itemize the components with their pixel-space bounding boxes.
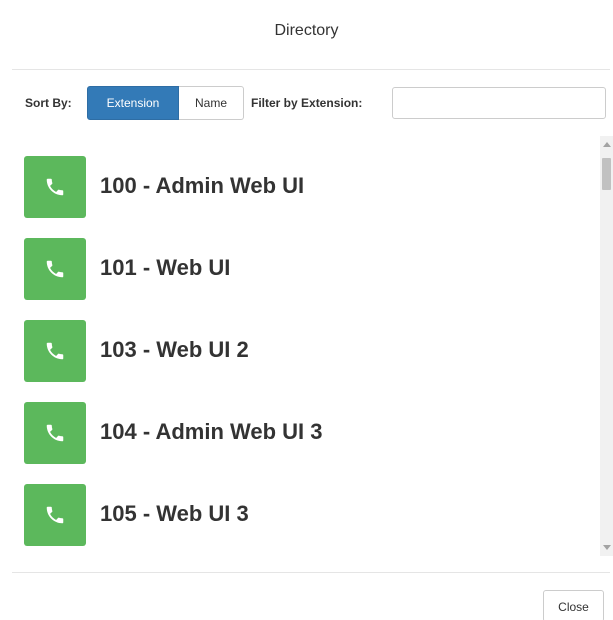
extension-label: 105 - Web UI 3 <box>100 501 249 526</box>
scroll-up-arrow-icon[interactable] <box>603 142 611 147</box>
list-item[interactable]: 104 - Admin Web UI 3 <box>24 402 584 464</box>
phone-icon <box>46 260 64 278</box>
call-button[interactable] <box>24 320 86 382</box>
header-divider <box>12 69 610 70</box>
filter-by-extension-label: Filter by Extension: <box>251 96 363 110</box>
call-button[interactable] <box>24 238 86 300</box>
directory-toolbar: Sort By: Extension Name Filter by Extens… <box>0 86 613 120</box>
directory-dialog: Directory Sort By: Extension Name Filter… <box>0 0 613 620</box>
scroll-thumb[interactable] <box>602 158 611 190</box>
list-item[interactable]: 101 - Web UI <box>24 238 584 300</box>
call-button[interactable] <box>24 484 86 546</box>
phone-icon <box>46 506 64 524</box>
sort-by-label: Sort By: <box>25 96 72 110</box>
extension-label: 101 - Web UI <box>100 255 231 280</box>
extension-label: 103 - Web UI 2 <box>100 337 249 362</box>
dialog-header: Directory <box>0 0 613 66</box>
directory-list: 100 - Admin Web UI 101 - Web UI 103 - We… <box>0 136 613 556</box>
phone-icon <box>46 424 64 442</box>
call-button[interactable] <box>24 156 86 218</box>
sort-by-extension-button[interactable]: Extension <box>87 86 179 120</box>
list-scrollbar[interactable] <box>600 136 613 556</box>
scroll-down-arrow-icon[interactable] <box>603 545 611 550</box>
phone-icon <box>46 342 64 360</box>
list-item[interactable]: 100 - Admin Web UI <box>24 156 584 218</box>
sort-toggle-group: Extension Name <box>87 86 244 120</box>
footer-divider <box>12 572 610 573</box>
extension-label: 104 - Admin Web UI 3 <box>100 419 323 444</box>
sort-by-name-button[interactable]: Name <box>179 86 244 120</box>
extension-label: 100 - Admin Web UI <box>100 173 305 198</box>
filter-input[interactable] <box>392 87 606 119</box>
close-button[interactable]: Close <box>543 590 604 620</box>
call-button[interactable] <box>24 402 86 464</box>
phone-icon <box>46 178 64 196</box>
list-item[interactable]: 105 - Web UI 3 <box>24 484 584 546</box>
dialog-title: Directory <box>274 22 339 39</box>
list-item[interactable]: 103 - Web UI 2 <box>24 320 584 382</box>
